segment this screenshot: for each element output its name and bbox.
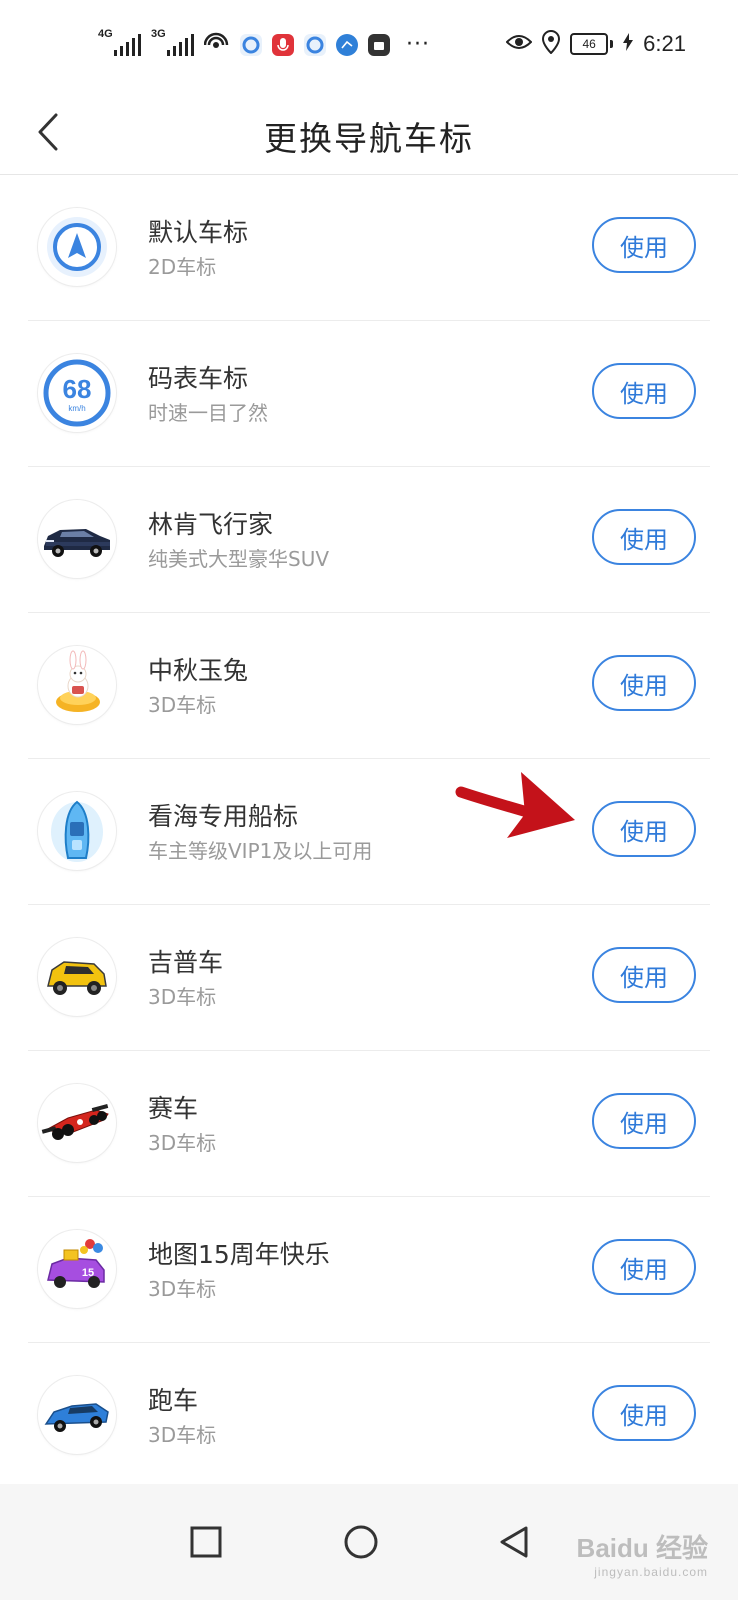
- item-name: 赛车: [148, 1094, 199, 1123]
- list-item: 默认车标 2D车标 使用: [0, 175, 738, 321]
- use-button[interactable]: 使用: [592, 509, 696, 565]
- network-type-2: 3G: [151, 28, 166, 40]
- speed-unit: km/h: [68, 404, 85, 413]
- item-name: 跑车: [148, 1386, 199, 1415]
- system-nav-bar: Baidu 经验 jingyan.baidu.com: [0, 1484, 738, 1600]
- use-button[interactable]: 使用: [592, 363, 696, 419]
- watermark-url: jingyan.baidu.com: [594, 1565, 708, 1579]
- battery-icon: 46: [570, 33, 614, 55]
- race-car-thumbnail: [38, 1084, 116, 1162]
- item-subtitle: 3D车标: [148, 985, 217, 1009]
- item-subtitle: 3D车标: [148, 1423, 217, 1447]
- status-left: 4G 3G ···: [98, 28, 430, 62]
- watermark-brand: Baidu 经验: [576, 1533, 708, 1563]
- item-subtitle: 3D车标: [148, 1131, 217, 1155]
- item-subtitle: 车主等级VIP1及以上可用: [148, 839, 373, 863]
- item-subtitle: 时速一目了然: [148, 401, 268, 425]
- speed-value: 68: [63, 374, 92, 404]
- app-notification-icon: [240, 34, 262, 56]
- circle-icon: [344, 1525, 378, 1559]
- item-subtitle: 3D车标: [148, 693, 217, 717]
- page-title: 更换导航车标: [264, 119, 474, 158]
- item-name: 码表车标: [148, 364, 249, 393]
- list-item: 跑车 3D车标 使用: [0, 1343, 738, 1489]
- list-item: 吉普车 3D车标 使用: [0, 905, 738, 1051]
- item-name: 林肯飞行家: [148, 510, 274, 539]
- app-notification-2-icon: [304, 34, 326, 56]
- item-name: 默认车标: [148, 218, 249, 247]
- back-nav-button[interactable]: [484, 1512, 544, 1572]
- use-button[interactable]: 使用: [592, 655, 696, 711]
- list-item: 15 地图15周年快乐 3D车标 使用: [0, 1197, 738, 1343]
- location-icon: [542, 29, 561, 58]
- anniversary-car-thumbnail: 15: [38, 1230, 116, 1308]
- list-item: 中秋玉兔 3D车标 使用: [0, 613, 738, 759]
- sports-car-thumbnail: [38, 1376, 116, 1454]
- hotspot-icon: [203, 31, 230, 59]
- charging-icon: [623, 33, 634, 55]
- top-bar: 更换导航车标: [0, 90, 738, 175]
- use-button[interactable]: 使用: [592, 1385, 696, 1441]
- jeep-thumbnail: [38, 938, 116, 1016]
- microphone-icon: [272, 34, 294, 56]
- home-button[interactable]: [331, 1512, 391, 1572]
- use-button[interactable]: 使用: [592, 947, 696, 1003]
- status-bar: 4G 3G ··· 46 6:21: [0, 0, 738, 90]
- triangle-back-icon: [500, 1526, 528, 1558]
- use-button[interactable]: 使用: [592, 801, 696, 857]
- use-button[interactable]: 使用: [592, 1093, 696, 1149]
- list-item: 赛车 3D车标 使用: [0, 1051, 738, 1197]
- item-subtitle: 3D车标: [148, 1277, 217, 1301]
- cellular-signal-2-icon: 3G: [151, 28, 194, 56]
- app-store-icon: [368, 34, 390, 56]
- battery-level: 46: [570, 33, 609, 55]
- default-arrow-thumbnail: [38, 208, 116, 286]
- watermark: Baidu 经验 jingyan.baidu.com: [577, 1528, 708, 1579]
- item-name: 吉普车: [148, 948, 224, 977]
- use-button[interactable]: 使用: [592, 1239, 696, 1295]
- rabbit-thumbnail: [38, 646, 116, 724]
- item-name: 地图15周年快乐: [148, 1240, 330, 1269]
- annotation-arrow-icon: [455, 772, 575, 838]
- use-button[interactable]: 使用: [592, 217, 696, 273]
- item-subtitle: 2D车标: [148, 255, 217, 279]
- more-notifications-icon: ···: [406, 32, 430, 57]
- eye-icon: [505, 33, 533, 55]
- network-type-1: 4G: [98, 28, 113, 40]
- clock: 6:21: [643, 31, 686, 56]
- browser-icon: [336, 34, 358, 56]
- item-name: 看海专用船标: [148, 802, 299, 831]
- item-name: 中秋玉兔: [148, 656, 249, 685]
- list-item: 看海专用船标 车主等级VIP1及以上可用 使用: [0, 759, 738, 905]
- cellular-signal-icon: 4G: [98, 28, 141, 56]
- boat-thumbnail: [38, 792, 116, 870]
- item-subtitle: 纯美式大型豪华SUV: [148, 547, 330, 571]
- list-item: 68 km/h 码表车标 时速一目了然 使用: [0, 321, 738, 467]
- square-icon: [190, 1526, 222, 1558]
- speedometer-thumbnail: 68 km/h: [38, 354, 116, 432]
- status-right: 46 6:21: [505, 29, 686, 58]
- car-icon-list: 默认车标 2D车标 使用 68 km/h 码表车标 时速一目了然 使用 林肯飞行…: [0, 175, 738, 1489]
- list-item: 林肯飞行家 纯美式大型豪华SUV 使用: [0, 467, 738, 613]
- recents-button[interactable]: [176, 1512, 236, 1572]
- suv-car-thumbnail: [38, 500, 116, 578]
